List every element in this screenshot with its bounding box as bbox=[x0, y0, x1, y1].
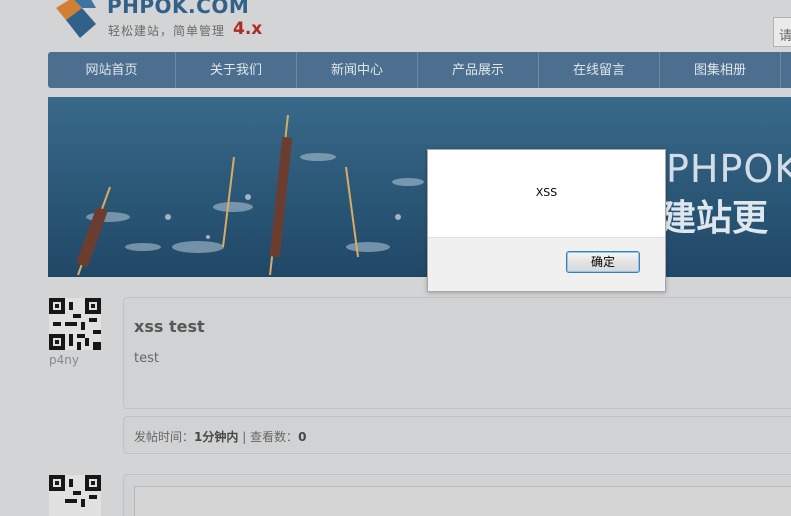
alert-ok-button[interactable]: 确定 bbox=[566, 251, 640, 273]
alert-message: XSS bbox=[535, 186, 558, 199]
modal-overlay bbox=[0, 0, 791, 516]
alert-body: XSS bbox=[428, 150, 665, 238]
alert-dialog: XSS 确定 bbox=[427, 149, 666, 292]
